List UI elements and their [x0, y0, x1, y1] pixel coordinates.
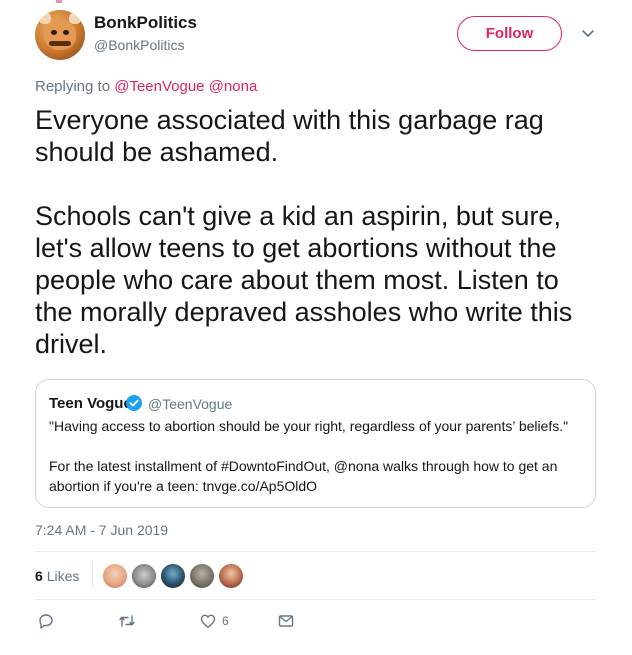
divider — [92, 562, 93, 589]
replying-to: Replying to @TeenVogue @nona — [35, 78, 257, 95]
author-name[interactable]: BonkPolitics — [94, 13, 197, 33]
divider — [35, 599, 596, 600]
reply-icon — [39, 614, 53, 629]
liker-avatar[interactable] — [189, 563, 215, 589]
author-avatar[interactable] — [35, 10, 85, 60]
replying-to-label: Replying to — [35, 78, 111, 95]
tweet-timestamp[interactable]: 7:24 AM - 7 Jun 2019 — [35, 522, 168, 538]
likes-number: 6 — [35, 568, 43, 584]
chevron-down-icon[interactable] — [579, 24, 597, 42]
retweet-button[interactable] — [118, 612, 136, 630]
reply-button[interactable] — [37, 612, 55, 630]
envelope-icon — [278, 615, 294, 627]
direct-message-button[interactable] — [277, 612, 295, 630]
quoted-author-name: Teen Vogue — [49, 395, 132, 412]
reply-mentions[interactable]: @TeenVogue @nona — [114, 78, 257, 95]
liker-avatar[interactable] — [160, 563, 186, 589]
liker-avatar[interactable] — [102, 563, 128, 589]
quoted-text-line-1: "Having access to abortion should be you… — [49, 418, 569, 434]
tweet-card: BonkPolitics @BonkPolitics Follow Replyi… — [0, 0, 632, 655]
quoted-author-handle: @TeenVogue — [148, 396, 233, 412]
heart-icon — [200, 614, 216, 628]
tweet-text: Everyone associated with this garbage ra… — [35, 105, 573, 359]
follow-button[interactable]: Follow — [457, 16, 562, 51]
like-action-count: 6 — [222, 614, 229, 628]
likes-label: Likes — [46, 568, 80, 584]
quoted-text-line-2: For the latest installment of #DowntoFin… — [49, 458, 558, 474]
liker-avatar[interactable] — [218, 563, 244, 589]
retweet-icon — [119, 615, 135, 627]
thread-connector — [56, 0, 62, 3]
quoted-tweet[interactable]: Teen Vogue @TeenVogue "Having access to … — [35, 379, 596, 508]
author-handle[interactable]: @BonkPolitics — [94, 37, 184, 53]
liker-avatar[interactable] — [131, 563, 157, 589]
divider — [35, 551, 596, 552]
verified-badge-icon — [126, 395, 142, 411]
likes-count[interactable]: 6 Likes — [35, 568, 79, 584]
like-button[interactable]: 6 — [199, 612, 229, 630]
quoted-text-line-3: abortion if you're a teen: tnvge.co/Ap5O… — [49, 478, 318, 494]
